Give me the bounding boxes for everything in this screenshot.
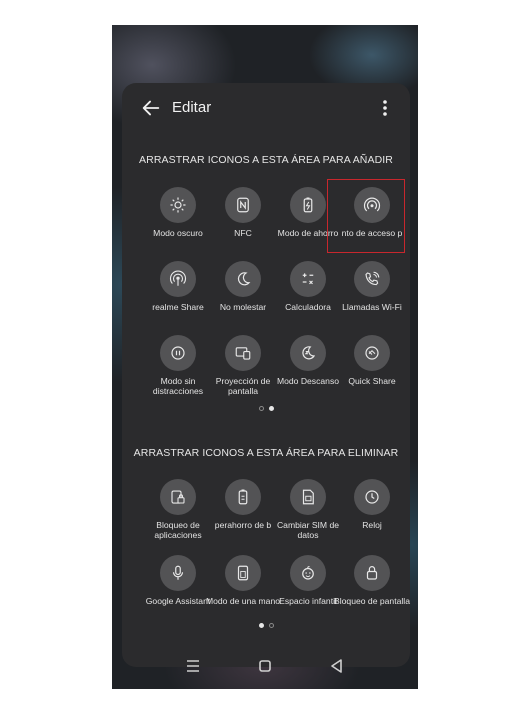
edit-panel: Editar ARRASTRAR ICONOS A ESTA ÁREA PARA…	[122, 83, 410, 667]
tile-quick-share[interactable]: Quick Share	[336, 335, 408, 401]
tile-modo-descanso[interactable]: Modo Descanso	[272, 335, 344, 401]
menu-icon[interactable]	[184, 657, 202, 675]
nfc-icon	[237, 197, 249, 213]
tile-modo-de-ahorro[interactable]: Modo de ahorro	[272, 187, 344, 253]
brightness-icon	[170, 197, 186, 213]
tile-button[interactable]	[290, 261, 326, 297]
tile-cambiar-sim-de-datos[interactable]: Cambiar SIM de datos	[272, 479, 344, 545]
tile-modo-de-una-mano[interactable]: Modo de una mano	[206, 555, 280, 621]
page-dot-active[interactable]	[258, 623, 264, 628]
tile-button[interactable]	[354, 261, 390, 297]
app-lock-icon	[171, 490, 185, 504]
screen-cast-icon	[235, 347, 251, 360]
kid-face-icon	[302, 566, 314, 580]
clock-icon	[365, 490, 379, 504]
tile-nto-de-acceso-p[interactable]: nto de acceso p	[336, 187, 408, 253]
tile-bloqueo-de-aplicaciones[interactable]: Bloqueo de aplicaciones	[142, 479, 214, 545]
tile-button[interactable]	[160, 335, 196, 371]
tile-button[interactable]	[225, 261, 261, 297]
tile-button[interactable]	[225, 479, 261, 515]
page-dot-active[interactable]	[268, 406, 274, 411]
moon-icon	[237, 272, 251, 286]
add-section-title: ARRASTRAR ICONOS A ESTA ÁREA PARA AÑADIR	[139, 154, 393, 166]
tile-bloqueo-de-pantalla[interactable]: Bloqueo de pantalla	[334, 555, 410, 621]
tile-button[interactable]	[160, 261, 196, 297]
tile-realme-share[interactable]: realme Share	[142, 261, 214, 327]
tile-button[interactable]	[225, 555, 261, 591]
share-signal-icon	[170, 270, 186, 286]
tile-button[interactable]	[160, 479, 196, 515]
one-hand-icon	[237, 565, 249, 581]
tile-modo-oscuro[interactable]: Modo oscuro	[142, 187, 214, 253]
tile-button[interactable]	[354, 335, 390, 371]
tile-proyeccion-de-pantalla[interactable]: Proyección de pantalla	[207, 335, 279, 401]
tile-button[interactable]	[290, 479, 326, 515]
page-dot[interactable]	[268, 623, 274, 628]
lock-icon	[366, 566, 378, 580]
tile-button[interactable]	[290, 187, 326, 223]
tile-button[interactable]	[160, 187, 196, 223]
navigation-bar	[112, 643, 418, 689]
super-battery-icon	[238, 489, 248, 505]
tile-llamadas-wi-fi[interactable]: Llamadas Wi-Fi	[336, 261, 408, 327]
mic-icon	[172, 565, 184, 580]
more-vertical-icon[interactable]	[380, 98, 390, 118]
triangle-back-icon[interactable]	[328, 657, 346, 675]
tile-button[interactable]	[160, 555, 196, 591]
battery-icon	[303, 197, 313, 213]
tile-button[interactable]	[225, 335, 261, 371]
hotspot-icon	[363, 197, 381, 212]
rest-moon-icon	[302, 346, 316, 360]
tile-button[interactable]	[354, 187, 390, 223]
page-title: Editar	[172, 99, 212, 116]
header: Editar	[122, 83, 410, 133]
tile-label: nto de acceso p	[341, 228, 403, 238]
remove-section-title: ARRASTRAR ICONOS A ESTA ÁREA PARA ELIMIN…	[133, 447, 399, 459]
tile-calculadora[interactable]: Calculadora	[272, 261, 344, 327]
sim-icon	[302, 489, 314, 505]
tile-nfc[interactable]: NFC	[207, 187, 279, 253]
tile-button[interactable]	[225, 187, 261, 223]
tile-espacio-infantil[interactable]: Espacio infantil	[272, 555, 344, 621]
arrow-left-icon[interactable]	[140, 97, 162, 119]
tile-reloj[interactable]: Reloj	[336, 479, 408, 545]
tile-label: Reloj	[362, 520, 382, 530]
tile-button[interactable]	[354, 479, 390, 515]
tile-label: Quick Share	[348, 376, 396, 386]
remove-page-indicator	[122, 623, 410, 628]
quick-share-icon	[365, 346, 379, 360]
tile-button[interactable]	[354, 555, 390, 591]
home-square-icon[interactable]	[256, 657, 274, 675]
wifi-call-icon	[365, 271, 380, 286]
tile-google-assistant[interactable]: Google Assistant	[142, 555, 214, 621]
tile-button[interactable]	[290, 555, 326, 591]
tile-label: Bloqueo de pantalla	[334, 596, 410, 606]
tile-button[interactable]	[290, 335, 326, 371]
focus-icon	[171, 346, 185, 360]
calculator-icon	[302, 273, 314, 285]
tile-no-molestar[interactable]: No molestar	[207, 261, 279, 327]
phone-screen: Editar ARRASTRAR ICONOS A ESTA ÁREA PARA…	[112, 25, 418, 689]
tile-label: Llamadas Wi-Fi	[342, 302, 402, 312]
add-page-indicator	[122, 406, 410, 411]
page-dot[interactable]	[258, 406, 264, 411]
